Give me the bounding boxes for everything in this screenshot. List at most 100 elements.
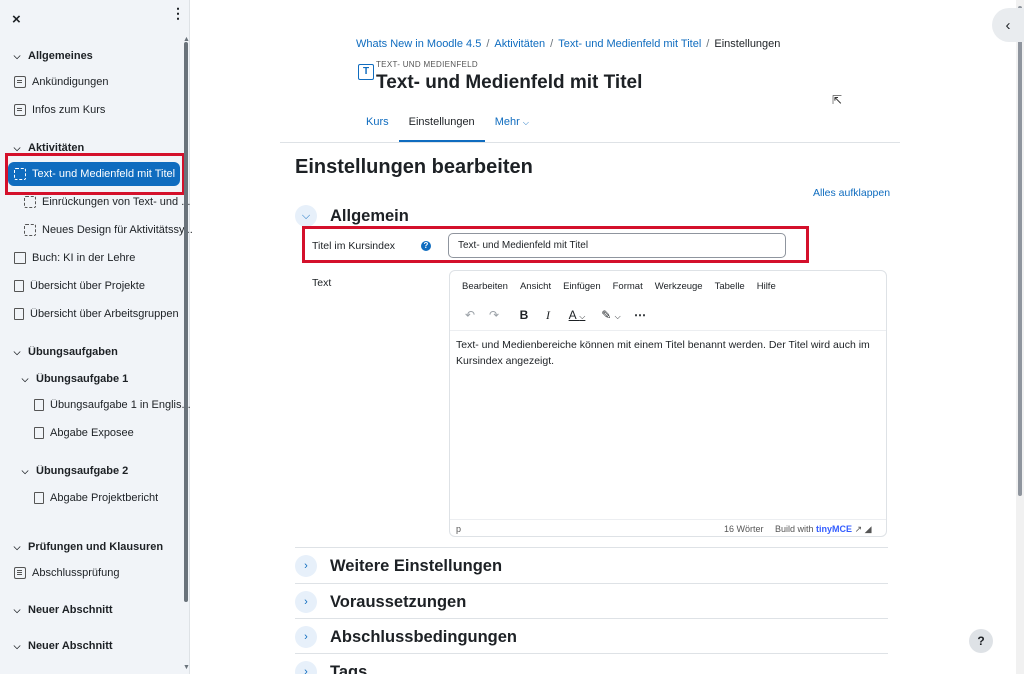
- sidebar-item-uebung-englisch[interactable]: Übungsaufgabe 1 in Englis...: [34, 393, 216, 417]
- chevron-down-icon[interactable]: ⌵: [10, 542, 24, 553]
- section-neuer-abschnitt-2[interactable]: ⌵ Neuer Abschnitt: [10, 634, 192, 658]
- chevron-right-icon[interactable]: ›: [295, 591, 317, 613]
- sidebar-item-einrueckungen[interactable]: Einrückungen von Text- und ...: [24, 190, 206, 214]
- subsection-uebungsaufgabe-1[interactable]: ⌵ Übungsaufgabe 1: [18, 367, 200, 391]
- section-abschlussbedingungen-header[interactable]: › Abschlussbedingungen: [295, 621, 888, 653]
- chevron-down-icon[interactable]: ⌵: [10, 347, 24, 358]
- chevron-down-icon[interactable]: ⌵: [10, 605, 24, 616]
- sidebar-item-projekte[interactable]: Übersicht über Projekte: [14, 274, 196, 298]
- breadcrumb: Whats New in Moodle 4.5/Aktivitäten / Text…: [356, 38, 781, 50]
- chevron-down-icon[interactable]: ⌵: [10, 143, 24, 154]
- text-media-icon: [24, 224, 36, 236]
- highlight-color-icon[interactable]: ✎ ⌵: [594, 308, 628, 322]
- italic-icon[interactable]: I: [536, 308, 560, 323]
- sidebar-item-arbeitsgruppen[interactable]: Übersicht über Arbeitsgruppen: [14, 302, 196, 326]
- text-media-icon: [24, 196, 36, 208]
- more-tools-icon[interactable]: ⋯: [628, 308, 652, 322]
- section-neuer-abschnitt-1[interactable]: ⌵ Neuer Abschnitt: [10, 598, 192, 622]
- chevron-right-icon[interactable]: ›: [295, 626, 317, 648]
- breadcrumb-activity[interactable]: Text- und Medienfeld mit Titel: [558, 38, 701, 50]
- sidebar-item-projektbericht[interactable]: Abgabe Projektbericht: [34, 486, 216, 510]
- chevron-down-icon[interactable]: ⌵: [18, 374, 32, 385]
- activity-type: TEXT- UND MEDIENFELD: [376, 60, 479, 69]
- drawer-header: × ⋮: [0, 0, 189, 38]
- section-allgemeines[interactable]: ⌵ Allgemeines: [10, 44, 192, 68]
- page-scrollbar-thumb[interactable]: [1018, 6, 1022, 496]
- section-pruefungen[interactable]: ⌵ Prüfungen und Klausuren: [10, 535, 192, 559]
- sidebar-item-ankuendigungen[interactable]: Ankündigungen: [14, 70, 196, 94]
- expand-all-link[interactable]: Alles aufklappen: [813, 187, 890, 199]
- resize-handle-icon[interactable]: ◢: [865, 524, 872, 534]
- menu-werkzeuge[interactable]: Werkzeuge: [649, 279, 709, 294]
- menu-hilfe[interactable]: Hilfe: [751, 279, 782, 294]
- tab-mehr[interactable]: Mehr ⌵: [485, 106, 539, 142]
- chevron-right-icon[interactable]: ›: [295, 555, 317, 577]
- undo-icon[interactable]: ↶: [458, 308, 482, 322]
- chevron-down-icon[interactable]: ⌵: [10, 51, 24, 62]
- redo-icon[interactable]: ↷: [482, 308, 506, 322]
- section-divider: [295, 583, 888, 584]
- editor-content[interactable]: Text- und Medienbereiche können mit eine…: [456, 337, 880, 369]
- breadcrumb-current: Einstellungen: [714, 38, 781, 50]
- close-drawer-icon[interactable]: ×: [12, 11, 21, 28]
- menu-bearbeiten[interactable]: Bearbeiten: [456, 279, 514, 294]
- text-color-icon[interactable]: A ⌵: [560, 308, 594, 322]
- text-media-activity-icon: T: [358, 64, 374, 80]
- main-content: Whats New in Moodle 4.5/Aktivitäten / Text…: [190, 0, 1024, 674]
- quiz-icon: [14, 567, 26, 579]
- page-title: Text- und Medienfeld mit Titel: [376, 72, 643, 93]
- highlight-box-title-field: [302, 226, 809, 263]
- tab-einstellungen[interactable]: Einstellungen: [398, 106, 485, 142]
- text-field-label: Text: [312, 277, 332, 289]
- highlight-box-sidebar: [5, 153, 185, 195]
- tab-kurs[interactable]: Kurs: [356, 106, 399, 142]
- chevron-right-icon[interactable]: ›: [295, 661, 317, 674]
- editor-menubar: Bearbeiten Ansicht Einfügen Format Werkz…: [456, 279, 782, 294]
- section-divider: [295, 653, 888, 654]
- section-divider: [295, 547, 888, 548]
- page-scrollbar[interactable]: [1016, 0, 1024, 674]
- assignment-icon: [34, 427, 44, 439]
- tinymce-branding[interactable]: Build with tinyMCE ↗ ◢: [775, 524, 872, 535]
- chevron-down-icon[interactable]: ⌵: [18, 466, 32, 477]
- sidebar-item-exposee[interactable]: Abgabe Exposee: [34, 421, 216, 445]
- section-tags-header[interactable]: › Tags: [295, 656, 888, 674]
- page-icon: [14, 308, 24, 320]
- assignment-icon: [34, 399, 44, 411]
- section-voraussetzungen-header[interactable]: › Voraussetzungen: [295, 586, 888, 618]
- bold-icon[interactable]: B: [512, 308, 536, 322]
- form-heading: Einstellungen bearbeiten: [295, 156, 533, 178]
- page-icon: [14, 280, 24, 292]
- open-block-drawer-button[interactable]: ‹: [992, 8, 1024, 42]
- drawer-scrollbar[interactable]: [184, 42, 188, 602]
- menu-ansicht[interactable]: Ansicht: [514, 279, 557, 294]
- more-options-icon[interactable]: ⋮: [171, 6, 185, 20]
- editor-statusbar: p 16 Wörter Build with tinyMCE ↗ ◢: [450, 519, 886, 536]
- subsection-uebungsaufgabe-2[interactable]: ⌵ Übungsaufgabe 2: [18, 459, 200, 483]
- book-icon: [14, 252, 26, 264]
- menu-format[interactable]: Format: [607, 279, 649, 294]
- sidebar-item-abschlusspruefung[interactable]: Abschlussprüfung: [14, 561, 196, 585]
- mouse-cursor-icon: ⇱: [832, 93, 843, 107]
- forum-icon: [14, 76, 26, 88]
- course-index-drawer: × ⋮ ⌵ Allgemeines Ankündigungen Infos zu…: [0, 0, 193, 674]
- help-button[interactable]: ?: [969, 629, 993, 653]
- chevron-down-icon: ⌵: [522, 118, 529, 127]
- rich-text-editor[interactable]: Bearbeiten Ansicht Einfügen Format Werkz…: [449, 270, 887, 537]
- breadcrumb-section[interactable]: Aktivitäten: [494, 38, 545, 50]
- tinymce-logo: tinyMCE: [816, 524, 853, 534]
- chevron-down-icon[interactable]: ⌵: [10, 641, 24, 652]
- menu-einfuegen[interactable]: Einfügen: [557, 279, 607, 294]
- element-path[interactable]: p: [456, 524, 461, 534]
- toolbar-divider: [450, 330, 886, 331]
- section-uebungsaufgaben[interactable]: ⌵ Übungsaufgaben: [10, 340, 192, 364]
- sidebar-item-infos[interactable]: Infos zum Kurs: [14, 98, 196, 122]
- scroll-down-arrow-icon[interactable]: ▼: [183, 664, 190, 671]
- word-count[interactable]: 16 Wörter: [724, 524, 764, 534]
- breadcrumb-course[interactable]: Whats New in Moodle 4.5: [356, 38, 481, 50]
- sidebar-item-neues-design[interactable]: Neues Design für Aktivitätssy...: [24, 218, 206, 242]
- chevron-down-icon[interactable]: ⌵: [295, 205, 317, 227]
- sidebar-item-buch[interactable]: Buch: KI in der Lehre: [14, 246, 196, 270]
- menu-tabelle[interactable]: Tabelle: [709, 279, 751, 294]
- section-weitere-einstellungen-header[interactable]: › Weitere Einstellungen: [295, 550, 888, 582]
